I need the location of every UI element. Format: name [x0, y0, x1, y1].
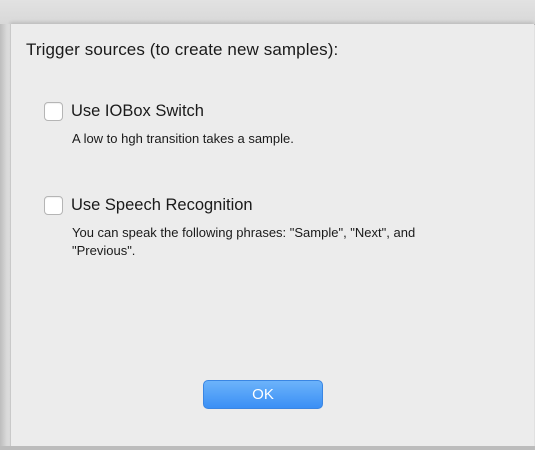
speech-recognition-checkbox[interactable]: [44, 196, 63, 215]
window-bottom-edge: [0, 446, 535, 450]
speech-recognition-label[interactable]: Use Speech Recognition: [71, 196, 253, 215]
speech-recognition-option: Use Speech Recognition You can speak the…: [44, 196, 452, 260]
ok-button[interactable]: OK: [203, 380, 323, 409]
iobox-switch-row[interactable]: Use IOBox Switch: [44, 102, 452, 121]
dialog-heading: Trigger sources (to create new samples):: [26, 40, 339, 59]
speech-recognition-row[interactable]: Use Speech Recognition: [44, 196, 452, 215]
iobox-switch-label[interactable]: Use IOBox Switch: [71, 102, 204, 121]
window-left-edge: [0, 24, 10, 450]
iobox-switch-description: A low to hgh transition takes a sample.: [72, 131, 294, 146]
speech-recognition-description: You can speak the following phrases: "Sa…: [72, 225, 416, 258]
iobox-switch-option: Use IOBox Switch A low to hgh transition…: [44, 102, 452, 148]
window-top-edge: [0, 0, 535, 25]
iobox-switch-checkbox[interactable]: [44, 102, 63, 121]
